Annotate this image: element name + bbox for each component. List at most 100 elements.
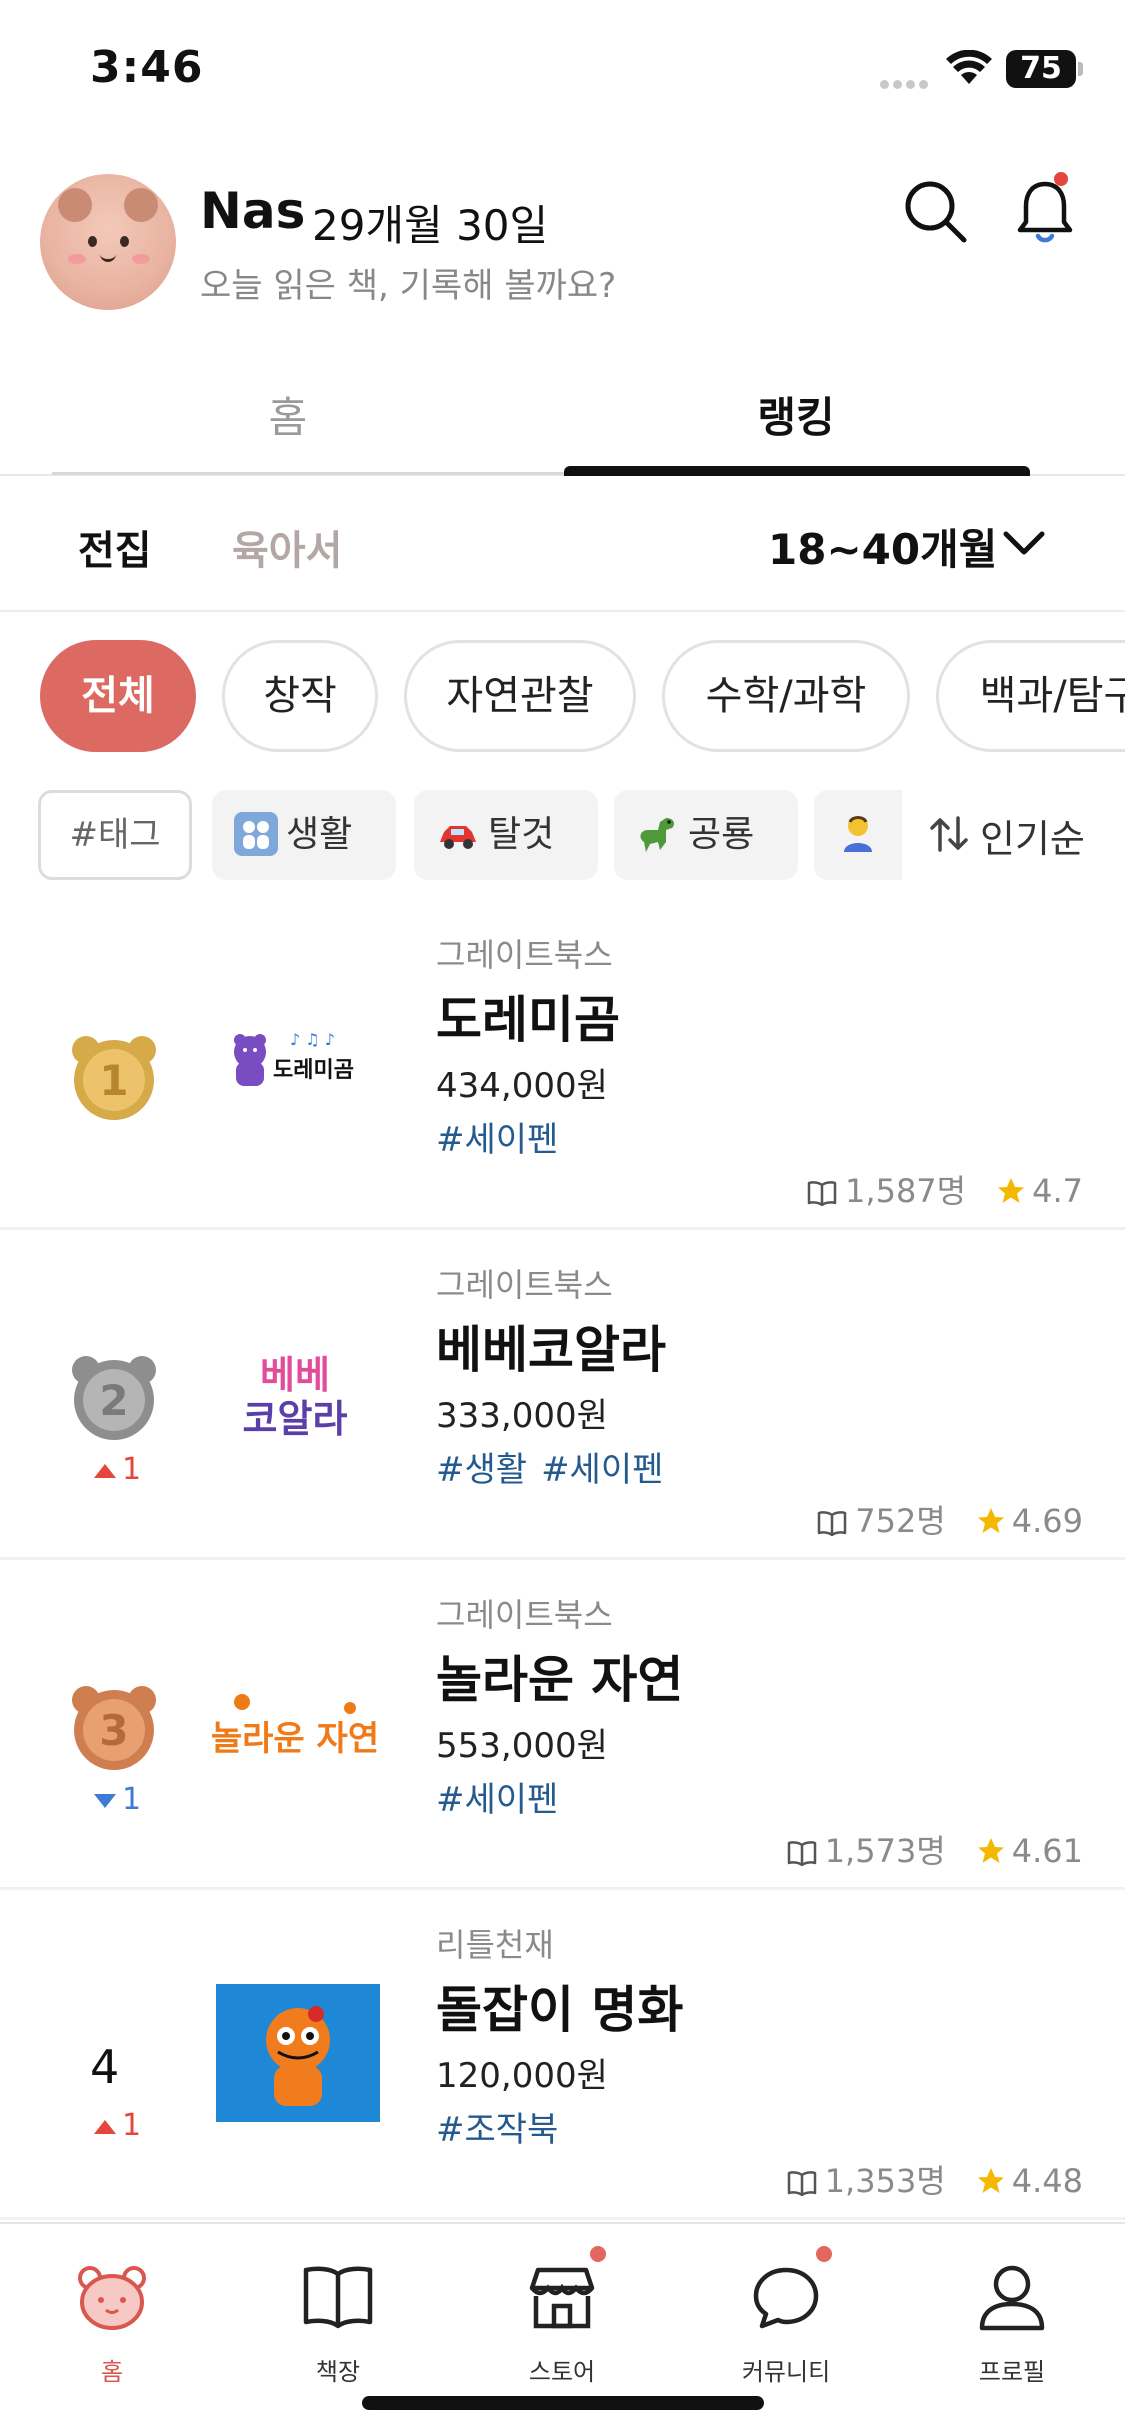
hashtags: #세이펜 [436,1772,572,1821]
rank-change-up: 1 [94,1452,141,1487]
book-icon [787,2171,816,2196]
nav-label: 홈 [100,2358,124,2386]
user-name: Nas [200,182,306,240]
tag-chip-dinosaur[interactable]: 공룡 [614,790,798,880]
book-cover-image [216,1984,380,2122]
bell-icon[interactable] [1010,174,1080,248]
rank-change-down: 1 [94,1782,141,1817]
battery-level: 75 [1006,50,1076,88]
star-icon [977,2168,1004,2193]
bear-home-icon [78,2266,146,2330]
book-title[interactable]: 도레미곰 [436,980,620,1052]
rank-number: 4 [90,2040,120,2094]
main-tab-bar: 홈 랭킹 [0,350,1125,476]
sort-dropdown[interactable]: 인기순 [980,808,1085,863]
status-time: 3:46 [90,42,204,93]
svg-text:3: 3 [99,1706,128,1755]
hashtag[interactable]: #조작북 [436,2110,558,2150]
search-icon[interactable] [900,176,970,246]
price: 333,000원 [436,1396,608,1436]
logo-text: 베베 [260,1353,330,1397]
notification-badge [1054,172,1068,186]
sort-icon[interactable] [928,814,970,854]
nav-label: 스토어 [528,2358,596,2386]
nav-community[interactable]: 커뮤니티 [706,2252,866,2392]
book-title[interactable]: 놀라운 자연 [436,1640,683,1712]
bebekoala-logo: 베베 코알라 [243,1353,348,1441]
ranking-row[interactable]: 1 도레미곰 ♪ ♫ ♪ 그레이트북스 도레미곰 434,000원 #세이펜 1… [0,900,1125,1230]
hashtag[interactable]: #세이펜 [541,1450,663,1490]
rating: 4.48 [1011,2162,1083,2200]
up-arrow-icon [94,1463,116,1478]
reader-count: 1,573명 [824,1832,946,1870]
price: 434,000원 [436,1066,608,1106]
star-icon [977,1838,1004,1863]
rating: 4.7 [1032,1172,1083,1210]
book-title[interactable]: 돌잡이 명화 [436,1970,683,2042]
svg-text:♪ ♫ ♪: ♪ ♫ ♪ [290,1030,335,1049]
wifi-icon [946,50,992,84]
tab-parenting-books[interactable]: 육아서 [232,518,342,576]
book-icon [787,1841,816,1866]
battery-tip [1078,62,1083,76]
silver-medal-icon: 2 [72,1356,156,1440]
tag-label: 탈것 [488,814,555,855]
tag-chip-manners[interactable] [814,790,902,880]
header-subtitle[interactable]: 오늘 읽은 책, 기록해 볼까요? [200,258,616,307]
age-filter-dropdown[interactable]: 18~40개월 [768,516,997,577]
publisher: 그레이트북스 [436,1596,613,1634]
person-bowing-emoji-icon [844,816,872,852]
hashtag[interactable]: #세이펜 [436,1780,558,1820]
tag-scroll: 생활 탈것 공룡 [212,790,902,882]
publisher: 그레이트북스 [436,936,613,974]
tag-chip-vehicle[interactable]: 탈것 [414,790,598,880]
tab-book-sets[interactable]: 전집 [78,518,152,576]
tab-divider [52,472,564,475]
ranking-row[interactable]: 2 1 베베 코알라 그레이트북스 베베코알라 333,000원 #생활 #세이펜… [0,1230,1125,1560]
hashtag[interactable]: #생활 [436,1450,527,1490]
reader-count: 752명 [855,1502,946,1540]
publisher: 리틀천재 [436,1926,554,1964]
reader-count: 1,587명 [845,1172,967,1210]
ranking-row[interactable]: 3 1 놀라운 자연 그레이트북스 놀라운 자연 553,000원 #세이펜 1… [0,1560,1125,1890]
chat-bubble-icon [753,2267,819,2329]
chevron-down-icon[interactable] [1002,528,1046,558]
logo-text: 놀라운 자연 [211,1719,379,1759]
price: 120,000원 [436,2056,608,2096]
category-chip-math-science[interactable]: 수학/과학 [662,640,910,752]
category-chip-creative[interactable]: 창작 [222,640,378,752]
book-title[interactable]: 베베코알라 [436,1310,666,1382]
nav-home[interactable]: 홈 [32,2252,192,2392]
open-book-icon [303,2266,373,2329]
tab-ranking[interactable]: 랭킹 [646,384,946,445]
ranking-row[interactable]: 4 1 리틀천재 돌잡이 명화 120,000원 #조작북 1,353명 4.4… [0,1890,1125,2220]
category-chip-all[interactable]: 전체 [40,640,196,752]
logo-text: 코알라 [243,1397,348,1441]
category-chip-nature[interactable]: 자연관찰 [404,640,636,752]
tag-chip-life[interactable]: 생활 [212,790,396,880]
book-meta: 1,573명 4.61 [787,1826,1083,1872]
avatar[interactable] [40,174,176,310]
sub-tab-bar: 전집 육아서 18~40개월 [0,478,1125,612]
child-age: 29개월 30일 [312,201,549,250]
dinosaur-emoji-icon [640,818,674,852]
tag-search-button[interactable]: #태그 [38,790,192,880]
svg-text:1: 1 [99,1056,128,1105]
hashtag[interactable]: #세이펜 [436,1120,558,1160]
up-arrow-icon [94,2119,116,2134]
star-icon [998,1178,1025,1203]
down-arrow-icon [94,1793,116,1808]
hashtags: #세이펜 [436,1112,572,1161]
nav-profile[interactable]: 프로필 [932,2252,1092,2392]
bronze-medal-icon: 3 [72,1686,156,1770]
nav-store[interactable]: 스토어 [482,2252,642,2392]
nav-bookshelf[interactable]: 책장 [258,2252,418,2392]
book-icon [807,1181,837,1206]
person-icon [979,2265,1045,2331]
gold-medal-icon: 1 [72,1036,156,1120]
book-meta: 1,587명 4.7 [807,1166,1083,1212]
star-icon [977,1508,1004,1533]
logo-text: 도레미곰 [273,1058,354,1083]
tab-home[interactable]: 홈 [138,384,438,445]
category-chip-encyclopedia[interactable]: 백과/탐구 [936,640,1125,752]
